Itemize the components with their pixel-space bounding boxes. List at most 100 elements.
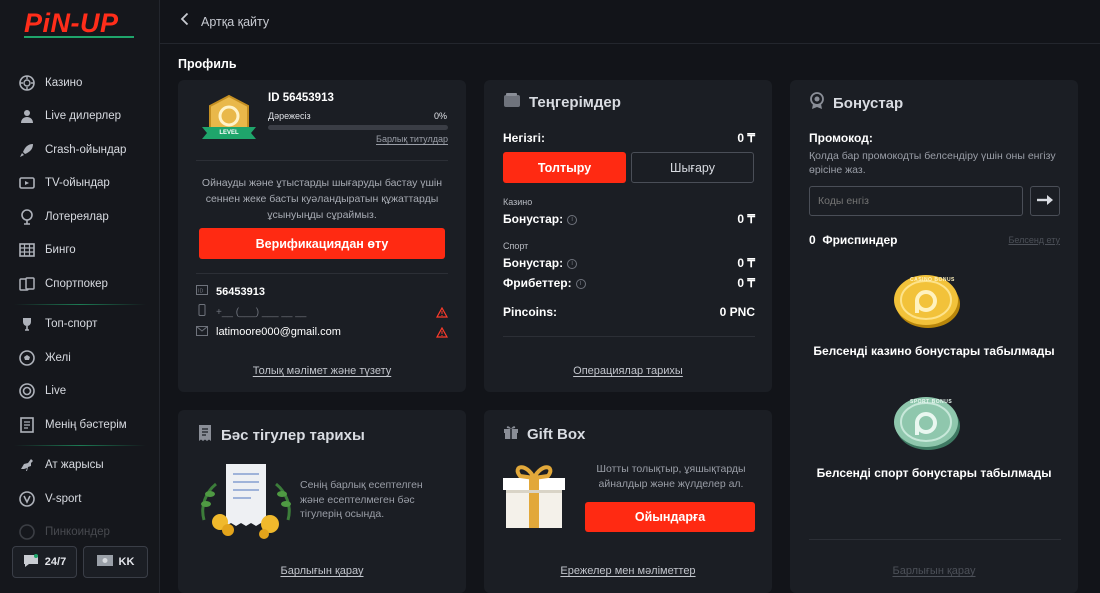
pincoin-icon (18, 523, 36, 541)
phone-warning-icon (435, 305, 449, 323)
gift-box-rules-link[interactable]: Ережелер мен мәліметтер (560, 565, 695, 577)
gift-box-illustration (500, 460, 568, 535)
page-title: Профиль (178, 57, 237, 71)
sidebar-item-bingo[interactable]: Бинго (0, 234, 160, 268)
sidebar-item-label: Ат жарысы (45, 459, 104, 472)
back-label: Артқа қайту (201, 14, 270, 29)
sidebar-item-top-sport[interactable]: Топ-спорт (0, 308, 160, 342)
bonuses-header: Бонустар (809, 92, 903, 114)
sidebar-item-label: Crash-ойындар (45, 143, 127, 156)
freespins-row: 0 Фриспиндер (809, 233, 897, 247)
gift-box-header: Gift Box (503, 424, 585, 444)
chat-icon (23, 553, 39, 571)
trophy-icon (18, 315, 36, 333)
sidebar-nav: Казино Live дилерлер Crash-ойындар TV-ой… (0, 66, 160, 549)
bonus-all-link-wrap: Барлығын қарау (790, 561, 1078, 579)
soccer-ball-icon (18, 349, 36, 367)
profile-id: ID 56453913 (268, 92, 334, 104)
sidebar-item-v-sport[interactable]: V-sport (0, 482, 160, 516)
promo-label: Промокод: (809, 131, 873, 145)
sidebar-item-lotteries[interactable]: Лотереялар (0, 200, 160, 234)
pincoins-label: Pincoins: (503, 305, 558, 319)
freebets-value: 0 ₸ (737, 276, 755, 290)
casino-bonus-row: Бонустар: i 0 ₸ (503, 212, 755, 226)
flag-icon (96, 555, 113, 569)
main-balance-row: Негізгі: 0 ₸ (503, 131, 755, 145)
level-badge-text: LEVEL (219, 130, 239, 136)
divider (196, 160, 448, 161)
pincoins-row: Pincoins: 0 PNC (503, 305, 755, 319)
all-titles-link[interactable]: Барлық титулдар (376, 134, 448, 144)
transactions-history-link[interactable]: Операциялар тарихы (573, 365, 683, 377)
sidebar-item-label: Казино (45, 76, 83, 89)
bet-history-title: Бәс тігулер тарихы (221, 426, 365, 444)
sidebar-item-label: Желі (45, 351, 71, 364)
divider (196, 273, 448, 274)
back-button[interactable]: Артқа қайту (180, 12, 269, 31)
arrow-right-icon (1037, 192, 1053, 210)
casino-chip-icon (18, 74, 36, 92)
level-progress-bar (268, 125, 448, 130)
bet-history-card: Бәс тігулер тарихы Сенің барлық есептелг… (178, 410, 466, 593)
bet-history-description: Сенің барлық есептелген және есептелмеге… (300, 479, 423, 520)
sport-bonus-label: Бонустар: (503, 256, 564, 270)
sidebar: PiN-UP Казино Live дилерлер Crash-ойында… (0, 0, 160, 593)
sport-section-label: Спорт (503, 241, 529, 251)
sidebar-item-label: TV-ойындар (45, 177, 110, 190)
profile-card: LEVEL ID 56453913 Дәрежесіз 0% Барлық ти… (178, 80, 466, 392)
phone-value: +__ (___) ___ __ __ (216, 306, 307, 318)
freespins-label: Фриспиндер (822, 233, 898, 247)
bet-history-header: Бәс тігулер тарихы (197, 424, 365, 446)
activate-freespins-link[interactable]: Белсенд ету (1008, 235, 1060, 245)
promo-code-input[interactable] (809, 186, 1023, 216)
info-icon[interactable]: i (575, 278, 586, 289)
sidebar-item-pincoins[interactable]: Пинкоиндер (0, 516, 160, 550)
sidebar-item-label: Спортпокер (45, 277, 108, 290)
horse-icon (18, 456, 36, 474)
bonuses-view-all-link[interactable]: Барлығын қарау (893, 565, 976, 577)
casino-section-label: Казино (503, 197, 533, 207)
history-link-wrap: Операциялар тарихы (484, 361, 772, 379)
info-icon[interactable]: i (567, 258, 578, 269)
divider (503, 336, 755, 337)
withdraw-button[interactable]: Шығару (631, 152, 754, 183)
edit-details-link[interactable]: Толық мәлімет және түзету (253, 365, 391, 377)
promo-submit-button[interactable] (1030, 186, 1060, 216)
logo-underline (24, 36, 134, 38)
gift-box-play-button[interactable]: Ойындарға (585, 502, 755, 532)
casino-bonus-value: 0 ₸ (737, 212, 755, 226)
tv-icon (18, 174, 36, 192)
support-button[interactable]: 24/7 (12, 546, 77, 578)
sidebar-item-my-bets[interactable]: Менің бәстерім (0, 408, 160, 442)
sidebar-item-line[interactable]: Желі (0, 341, 160, 375)
bonuses-card: Бонустар Промокод: Қолда бар промокодты … (790, 80, 1078, 593)
sidebar-item-tv-games[interactable]: TV-ойындар (0, 167, 160, 201)
sidebar-item-casino[interactable]: Казино (0, 66, 160, 100)
freebets-row: Фрибеттер: i 0 ₸ (503, 276, 755, 290)
dealer-icon (18, 107, 36, 125)
sidebar-item-live-dealers[interactable]: Live дилерлер (0, 100, 160, 134)
lottery-icon (18, 208, 36, 226)
divider (809, 539, 1061, 540)
phone-row: +__ (___) ___ __ __ (196, 303, 306, 321)
live-icon (18, 382, 36, 400)
sport-bonus-empty: Белсенді спорт бонустары табылмады (816, 466, 1052, 480)
gift-box-link-wrap: Ережелер мен мәліметтер (484, 561, 772, 579)
pincoins-value: 0 PNC (719, 305, 755, 319)
sport-bonus-value: 0 ₸ (737, 256, 755, 270)
brand-logo[interactable]: PiN-UP (24, 8, 119, 39)
support-label: 24/7 (44, 556, 67, 568)
sidebar-item-live[interactable]: Live (0, 375, 160, 409)
verify-button[interactable]: Верификациядан өту (199, 228, 445, 259)
sidebar-item-crash-games[interactable]: Crash-ойындар (0, 133, 160, 167)
deposit-button[interactable]: Толтыру (503, 152, 626, 183)
balances-card: Теңгерімдер Негізгі: 0 ₸ Толтыру Шығару … (484, 80, 772, 392)
rocket-icon (18, 141, 36, 159)
language-button[interactable]: KK (83, 546, 148, 578)
sidebar-item-sportpoker[interactable]: Спортпокер (0, 267, 160, 301)
sidebar-item-label: Бинго (45, 244, 76, 257)
sidebar-item-label: Топ-спорт (45, 318, 98, 331)
sidebar-item-horse-racing[interactable]: Ат жарысы (0, 449, 160, 483)
info-icon[interactable]: i (567, 214, 578, 225)
bet-history-view-all-link[interactable]: Барлығын қарау (281, 565, 364, 577)
